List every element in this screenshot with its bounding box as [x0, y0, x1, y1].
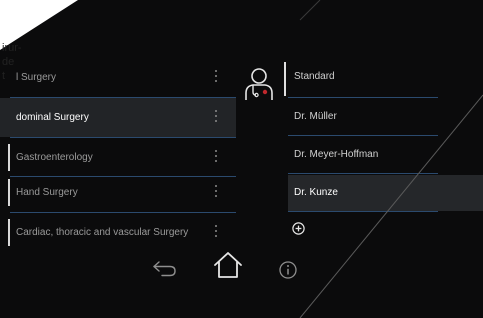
list-divider: [288, 173, 438, 174]
specialty-label: Hand Surgery: [16, 187, 78, 198]
doctor-label: Dr. Meyer-Hoffman: [294, 149, 379, 160]
info-icon[interactable]: [278, 260, 298, 280]
item-indicator: [8, 219, 10, 246]
specialty-item[interactable]: Cardiac, thoracic and vascular Surgery: [0, 213, 236, 252]
back-arrow-icon[interactable]: [150, 256, 180, 280]
doctor-label: Dr. Kunze: [294, 187, 338, 198]
specialty-label: dominal Surgery: [16, 112, 89, 123]
more-options-icon[interactable]: [215, 225, 218, 239]
doctor-item[interactable]: Dr. Müller: [288, 99, 483, 135]
specialty-label: l Surgery: [16, 72, 57, 83]
doctor-label: Dr. Müller: [294, 111, 337, 122]
specialty-item-selected[interactable]: dominal Surgery: [0, 98, 236, 137]
doctor-profile-icon: [245, 68, 273, 100]
more-options-icon[interactable]: [215, 70, 218, 84]
vertical-separator: [284, 62, 286, 96]
more-options-icon[interactable]: [215, 110, 218, 124]
page-text-line: irur-: [2, 42, 22, 54]
doctor-item-selected[interactable]: Dr. Kunze: [288, 175, 483, 211]
plus-circle-icon[interactable]: [292, 222, 305, 235]
specialty-label: Gastroenterology: [16, 152, 93, 163]
doctor-label: Standard: [294, 71, 335, 82]
doctor-item[interactable]: Dr. Meyer-Hoffman: [288, 137, 483, 173]
list-divider: [288, 97, 438, 98]
item-indicator: [8, 144, 10, 171]
list-divider: [288, 135, 438, 136]
home-icon[interactable]: [212, 249, 244, 281]
more-options-icon[interactable]: [215, 150, 218, 164]
doctor-item[interactable]: Standard: [288, 59, 483, 95]
specialty-label: Cardiac, thoracic and vascular Surgery: [16, 227, 189, 238]
list-divider: [288, 211, 438, 212]
item-indicator: [8, 179, 10, 206]
specialty-item[interactable]: Gastroenterology: [0, 138, 236, 177]
more-options-icon[interactable]: [215, 185, 218, 199]
specialty-item[interactable]: Hand Surgery: [0, 173, 236, 212]
specialty-item[interactable]: l Surgery: [0, 58, 236, 97]
